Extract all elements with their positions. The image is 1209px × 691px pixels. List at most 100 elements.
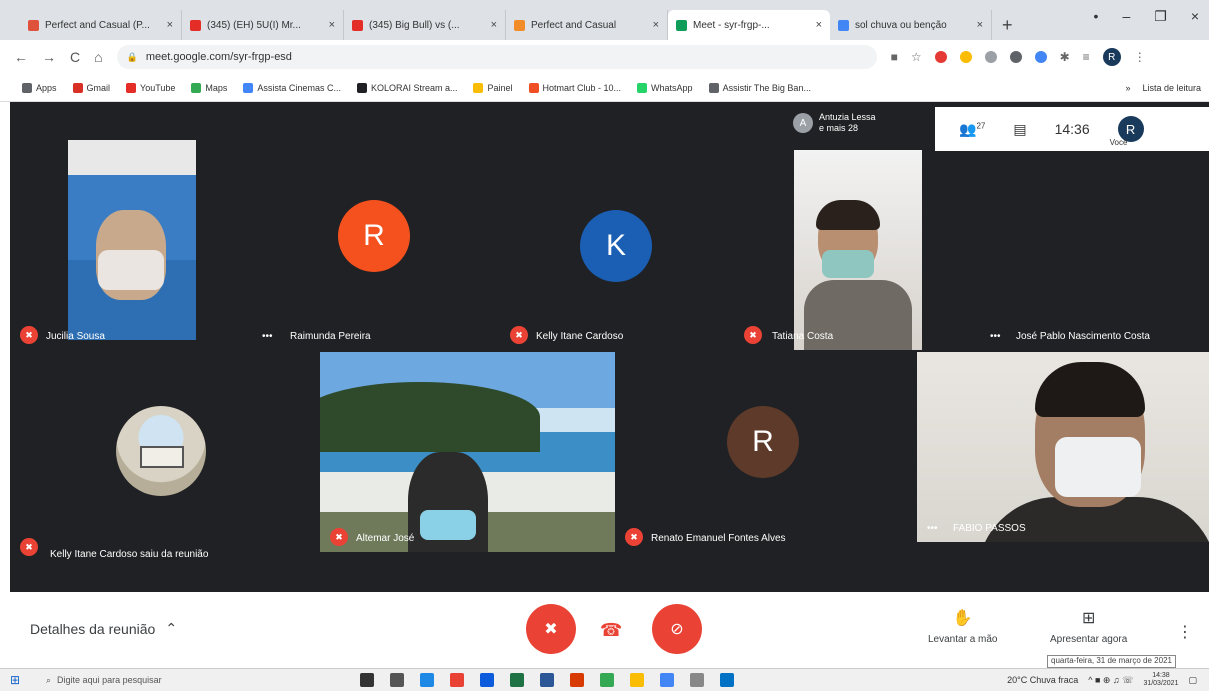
participant-video xyxy=(320,352,615,552)
hangup-button[interactable]: ☎ xyxy=(600,620,622,641)
browser-tab[interactable]: Perfect and Casual × xyxy=(506,10,668,40)
mic-toggle-button[interactable]: ✖ xyxy=(526,604,576,654)
taskbar-app-icon[interactable] xyxy=(600,673,614,687)
bookmark-label: Assistir The Big Ban... xyxy=(722,82,811,93)
participant-tile[interactable]: R ••• Raimunda Pereira xyxy=(250,140,500,350)
participant-tile[interactable]: ✖ Kelly Itane Cardoso saiu da reunião xyxy=(10,352,320,562)
home-button[interactable]: ⌂ xyxy=(94,49,102,65)
whatsapp-icon xyxy=(637,82,648,93)
bookmark-item[interactable]: KOLORAI Stream a... xyxy=(356,82,457,93)
participant-tile[interactable]: R ✖ Renato Emanuel Fontes Alves xyxy=(615,352,915,552)
close-window-button[interactable]: × xyxy=(1191,8,1199,25)
meeting-details-button[interactable]: Detalhes da reunião ⌃ xyxy=(30,620,177,637)
chat-icon[interactable]: ▤ xyxy=(1013,121,1026,138)
participant-tile[interactable]: ✖ Jucilia Sousa xyxy=(10,140,250,350)
browser-tab[interactable]: Perfect and Casual (P... × xyxy=(20,10,182,40)
participant-video xyxy=(917,352,1209,542)
participant-tile[interactable]: ••• José Pablo Nascimento Costa xyxy=(924,150,1209,350)
browser-tab[interactable]: (345) (EH) 5U(I) Mr... × xyxy=(182,10,344,40)
search-icon: ⌕ xyxy=(46,674,52,685)
windows-start-icon[interactable]: ⊞ xyxy=(0,673,30,687)
puzzle-icon[interactable]: ✱ xyxy=(1060,50,1070,64)
more-options-icon[interactable]: ⋮ xyxy=(1177,622,1193,642)
browser-tab[interactable]: (345) Big Bull) vs (... × xyxy=(344,10,506,40)
bookmark-item[interactable]: Painel xyxy=(473,82,513,93)
minimize-button[interactable]: – xyxy=(1122,8,1130,25)
tab-close-icon[interactable]: × xyxy=(491,19,497,31)
share-icon[interactable]: ■ xyxy=(891,50,898,64)
browser-menu-icon[interactable]: ⋮ xyxy=(1134,50,1146,64)
record-icon[interactable]: • xyxy=(1094,8,1099,25)
profile-avatar[interactable]: R xyxy=(1102,48,1121,66)
participant-tile[interactable]: ✖ Altemar José xyxy=(320,352,615,552)
taskbar-app-icon[interactable] xyxy=(390,673,404,687)
video-person-hair xyxy=(816,200,880,230)
taskbar-app-icon[interactable] xyxy=(690,673,704,687)
participants-button[interactable]: 👥27 xyxy=(959,121,985,138)
back-button[interactable]: ← xyxy=(14,49,28,65)
bookmark-youtube[interactable]: YouTube xyxy=(126,82,175,93)
bookmark-label: Gmail xyxy=(86,82,111,93)
gmail-icon xyxy=(72,82,83,93)
participant-tile[interactable]: ✖ Tatiana Costa xyxy=(744,150,924,350)
taskbar-app-icon[interactable] xyxy=(480,673,494,687)
browser-tab[interactable]: sol chuva ou benção × xyxy=(830,10,992,40)
bookmark-apps[interactable]: Apps xyxy=(22,82,57,93)
taskbar-app-icon[interactable] xyxy=(510,673,524,687)
taskbar-search[interactable]: ⌕ Digite aqui para pesquisar xyxy=(30,671,290,690)
taskbar-app-icon[interactable] xyxy=(570,673,584,687)
tab-close-icon[interactable]: × xyxy=(977,19,983,31)
forward-button[interactable]: → xyxy=(42,49,56,65)
tab-close-icon[interactable]: × xyxy=(653,19,659,31)
reading-mode-icon[interactable]: ≡ xyxy=(1083,50,1090,64)
tab-close-icon[interactable]: × xyxy=(329,19,335,31)
url-field[interactable]: 🔒 meet.google.com/syr-frgp-esd xyxy=(116,45,877,69)
taskbar-app-icon[interactable] xyxy=(360,673,374,687)
taskbar-app-icon[interactable] xyxy=(540,673,554,687)
bookmarks-right: » Lista de leitura xyxy=(1125,83,1209,93)
video-face-mask xyxy=(420,510,476,540)
tab-close-icon[interactable]: × xyxy=(167,19,173,31)
tab-close-icon[interactable]: × xyxy=(816,19,822,31)
reload-button[interactable]: C xyxy=(70,49,80,65)
participant-tile[interactable]: ••• FABIO PASSOS xyxy=(917,352,1209,542)
presenter-chip[interactable]: A Antuzia Lessa e mais 28 xyxy=(793,112,876,134)
taskbar-clock[interactable]: 14:38 31/03/2021 xyxy=(1143,672,1178,688)
self-avatar[interactable]: R Você xyxy=(1110,116,1144,147)
mic-off-icon: ✖ xyxy=(510,326,528,344)
taskbar-app-icon[interactable] xyxy=(630,673,644,687)
taskbar-app-icon[interactable] xyxy=(420,673,434,687)
extension-icon[interactable] xyxy=(959,51,972,63)
new-tab-button[interactable]: + xyxy=(992,10,1023,40)
tray-icons[interactable]: ^ ■ ⊕ ♫ ☏ xyxy=(1088,675,1133,686)
extension-icon[interactable] xyxy=(1034,51,1047,63)
extension-icon[interactable] xyxy=(984,51,997,63)
bookmark-item[interactable]: Hotmart Club - 10... xyxy=(528,82,621,93)
bookmark-item[interactable]: Assista Cinemas C... xyxy=(243,82,341,93)
bookmark-maps[interactable]: Maps xyxy=(191,82,227,93)
restore-button[interactable]: ❐ xyxy=(1154,8,1167,25)
reading-list-button[interactable]: Lista de leitura xyxy=(1142,83,1201,93)
extension-icon[interactable] xyxy=(1009,51,1022,63)
mic-off-icon: ✖ xyxy=(20,326,38,344)
presenter-others: e mais 28 xyxy=(819,123,859,133)
bookmark-whatsapp[interactable]: WhatsApp xyxy=(637,82,693,93)
raise-hand-label: Levantar a mão xyxy=(928,634,998,645)
speaking-indicator-icon: ••• xyxy=(990,331,1001,342)
bookmarks-overflow-icon[interactable]: » xyxy=(1125,83,1130,93)
bookmark-gmail[interactable]: Gmail xyxy=(72,82,111,93)
presenter-avatar: A xyxy=(793,113,813,133)
star-icon[interactable]: ☆ xyxy=(911,50,922,64)
weather-widget[interactable]: 20°C Chuva fraca xyxy=(1007,675,1078,685)
camera-toggle-button[interactable]: ⊘ xyxy=(652,604,702,654)
taskbar-app-icon[interactable] xyxy=(660,673,674,687)
taskbar-app-icon[interactable] xyxy=(720,673,734,687)
taskbar-app-icon[interactable] xyxy=(450,673,464,687)
present-now-button[interactable]: ⊞ Apresentar agora xyxy=(1050,608,1127,645)
notification-icon[interactable]: ▢ xyxy=(1188,675,1197,686)
presenter-text: Antuzia Lessa e mais 28 xyxy=(819,112,876,134)
browser-tab-active[interactable]: Meet - syr-frgp-... × xyxy=(668,10,830,40)
extension-icon[interactable] xyxy=(934,51,947,63)
raise-hand-button[interactable]: ✋ Levantar a mão xyxy=(928,608,998,645)
bookmark-item[interactable]: Assistir The Big Ban... xyxy=(708,82,811,93)
